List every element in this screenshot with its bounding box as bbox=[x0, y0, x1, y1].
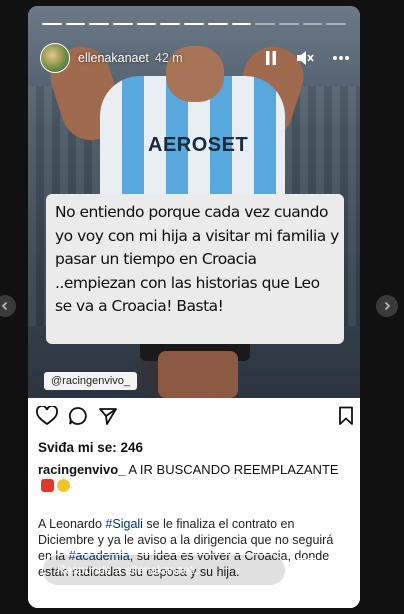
jersey-sponsor-text: AEROSET bbox=[148, 134, 249, 156]
story-timestamp: 42 m bbox=[154, 51, 183, 65]
like-count[interactable]: Sviđa mi se: 246 bbox=[38, 440, 143, 455]
chevron-right-icon bbox=[384, 301, 391, 311]
progress-segment bbox=[42, 23, 62, 25]
heart-outline-icon[interactable] bbox=[296, 558, 318, 578]
story-header: ellenakanaet 42 m bbox=[40, 38, 350, 78]
bookmark-icon[interactable] bbox=[338, 406, 354, 426]
heart-icon[interactable] bbox=[36, 406, 58, 426]
mute-icon[interactable] bbox=[296, 50, 314, 66]
more-icon[interactable] bbox=[332, 55, 350, 61]
mention-sticker[interactable]: @racingenvivo_ bbox=[44, 372, 138, 390]
post-actions bbox=[36, 406, 354, 430]
reply-placeholder: Responde a ellenakanaet... bbox=[57, 563, 204, 577]
progress-segment bbox=[89, 23, 110, 25]
progress-segment bbox=[207, 23, 228, 25]
send-icon[interactable] bbox=[98, 406, 118, 426]
progress-segment bbox=[255, 23, 275, 25]
caption-text: A IR BUSCANDO REEMPLAZANTE bbox=[128, 462, 339, 477]
next-story-button[interactable] bbox=[376, 295, 398, 317]
progress-segment bbox=[326, 23, 346, 25]
progress-segment bbox=[160, 23, 181, 25]
story-viewer: AEROSET ellenakanaet 42 m No entiendo po… bbox=[28, 6, 360, 608]
story-text-overlay: No entiendo porque cada vez cuando yo vo… bbox=[46, 194, 344, 344]
overlay-text: No entiendo porque cada vez cuando yo vo… bbox=[55, 203, 339, 315]
progress-segment bbox=[278, 23, 299, 25]
progress-segment bbox=[113, 23, 133, 25]
waving-hand-emoji-icon bbox=[57, 479, 70, 492]
previous-story-button[interactable] bbox=[0, 295, 16, 317]
progress-segment bbox=[184, 23, 204, 25]
post-caption: racingenvivo_ A IR BUSCANDO REEMPLAZANTE bbox=[38, 462, 343, 494]
hashtag-sigali[interactable]: #Sigali bbox=[105, 517, 143, 531]
siren-emoji-icon bbox=[41, 479, 54, 492]
story-progress-bar bbox=[42, 23, 346, 25]
progress-segment bbox=[231, 23, 252, 25]
progress-segment bbox=[136, 23, 157, 25]
caption-username[interactable]: racingenvivo_ bbox=[38, 462, 125, 477]
progress-segment bbox=[65, 23, 86, 25]
progress-segment bbox=[302, 23, 323, 25]
comment-icon[interactable] bbox=[68, 406, 88, 426]
story-username[interactable]: ellenakanaet bbox=[78, 51, 149, 65]
send-message-icon[interactable] bbox=[332, 558, 352, 578]
reply-input[interactable]: Responde a ellenakanaet... bbox=[42, 554, 286, 586]
chevron-left-icon bbox=[1, 301, 8, 311]
pause-icon[interactable] bbox=[264, 50, 278, 66]
avatar[interactable] bbox=[40, 43, 70, 73]
